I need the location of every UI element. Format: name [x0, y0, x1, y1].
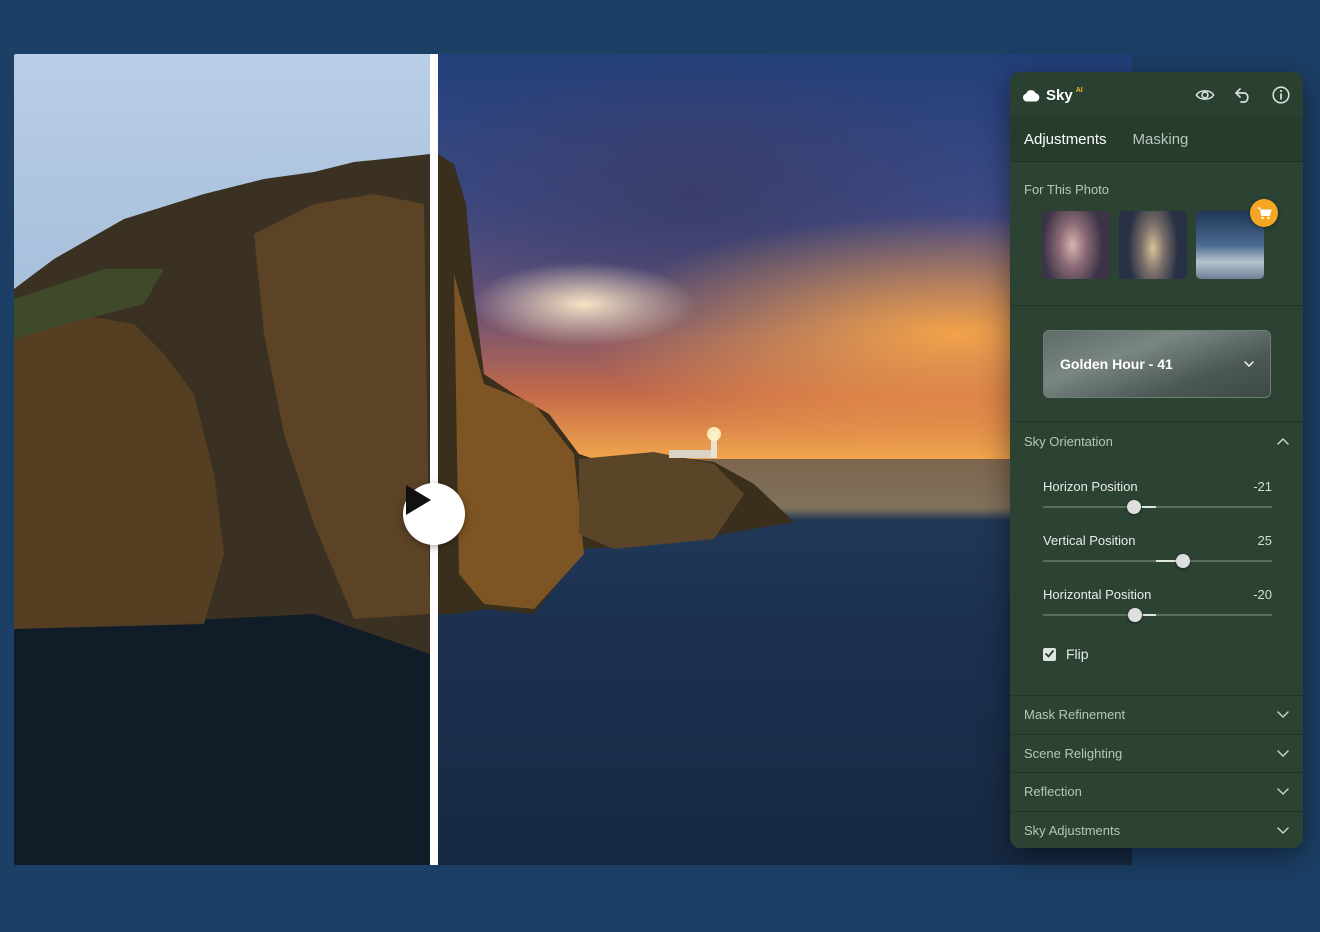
horizontal-position-slider: Horizontal Position -20 — [1043, 587, 1272, 622]
eye-icon[interactable] — [1195, 85, 1215, 105]
landscape-silhouette — [14, 154, 1132, 865]
panel-title-text: Sky — [1046, 86, 1073, 104]
mask-refinement-section[interactable]: Mask Refinement — [1010, 696, 1303, 735]
cart-icon — [1257, 207, 1271, 219]
cart-button[interactable] — [1250, 199, 1278, 227]
chevron-down-icon — [1244, 360, 1254, 367]
for-this-photo-label: For This Photo — [1024, 182, 1110, 197]
slider-track[interactable] — [1043, 608, 1272, 622]
tab-adjustments[interactable]: Adjustments — [1024, 131, 1107, 148]
slider-value: -21 — [1253, 479, 1272, 494]
info-icon[interactable] — [1271, 85, 1291, 105]
for-this-photo-section: For This Photo — [1010, 162, 1303, 306]
sky-panel: Sky AI Adjustments Masking For This Phot… — [1010, 72, 1303, 848]
scene-relighting-section[interactable]: Scene Relighting — [1010, 735, 1303, 773]
slider-value: -20 — [1253, 587, 1272, 602]
panel-header: Sky AI — [1010, 72, 1303, 118]
section-label: Scene Relighting — [1024, 745, 1123, 761]
slider-label: Horizon Position — [1043, 479, 1138, 494]
sky-preset-dropdown[interactable]: Golden Hour - 41 — [1043, 329, 1271, 398]
checkmark-icon — [1045, 650, 1054, 658]
chevron-down-icon — [1277, 827, 1289, 835]
sky-orientation-section: Sky Orientation Horizon Position -21 Ver… — [1010, 422, 1303, 696]
cloud-icon — [1022, 89, 1040, 101]
chevron-down-icon — [1277, 750, 1289, 757]
slider-track[interactable] — [1043, 500, 1272, 514]
flip-label: Flip — [1066, 646, 1089, 662]
slider-knob[interactable] — [1127, 500, 1141, 514]
sky-adjustments-section[interactable]: Sky Adjustments — [1010, 812, 1303, 849]
sky-orientation-label: Sky Orientation — [1024, 433, 1113, 449]
panel-title: Sky AI — [1022, 87, 1083, 104]
section-label: Reflection — [1024, 784, 1082, 800]
preset-section: Golden Hour - 41 — [1010, 306, 1303, 422]
slider-knob[interactable] — [1128, 608, 1142, 622]
section-label: Mask Refinement — [1024, 707, 1126, 723]
slider-knob[interactable] — [1176, 554, 1190, 568]
flip-checkbox[interactable] — [1043, 647, 1056, 661]
flip-option: Flip — [1043, 646, 1289, 662]
sky-thumbnail[interactable] — [1119, 211, 1187, 279]
play-icon — [406, 485, 431, 515]
preset-name: Golden Hour - 41 — [1060, 355, 1173, 372]
tab-masking[interactable]: Masking — [1133, 131, 1189, 148]
photo-comparison — [14, 54, 1132, 865]
comparison-divider[interactable] — [430, 54, 438, 865]
reflection-section[interactable]: Reflection — [1010, 773, 1303, 812]
panel-tabs: Adjustments Masking — [1010, 118, 1303, 162]
horizon-position-slider: Horizon Position -21 — [1043, 479, 1272, 514]
section-label: Sky Adjustments — [1024, 823, 1121, 839]
chevron-down-icon — [1277, 711, 1289, 719]
slider-label: Horizontal Position — [1043, 587, 1152, 602]
undo-icon[interactable] — [1233, 85, 1253, 105]
slider-label: Vertical Position — [1043, 533, 1136, 548]
sky-orientation-header[interactable]: Sky Orientation — [1024, 422, 1289, 460]
sky-thumbnail[interactable] — [1042, 211, 1110, 279]
chevron-up-icon — [1277, 437, 1289, 445]
vertical-position-slider: Vertical Position 25 — [1043, 533, 1272, 568]
ai-badge: AI — [1075, 86, 1083, 94]
slider-track[interactable] — [1043, 554, 1272, 568]
chevron-down-icon — [1277, 788, 1289, 796]
slider-value: 25 — [1257, 533, 1272, 548]
compare-play-button[interactable] — [403, 483, 465, 545]
